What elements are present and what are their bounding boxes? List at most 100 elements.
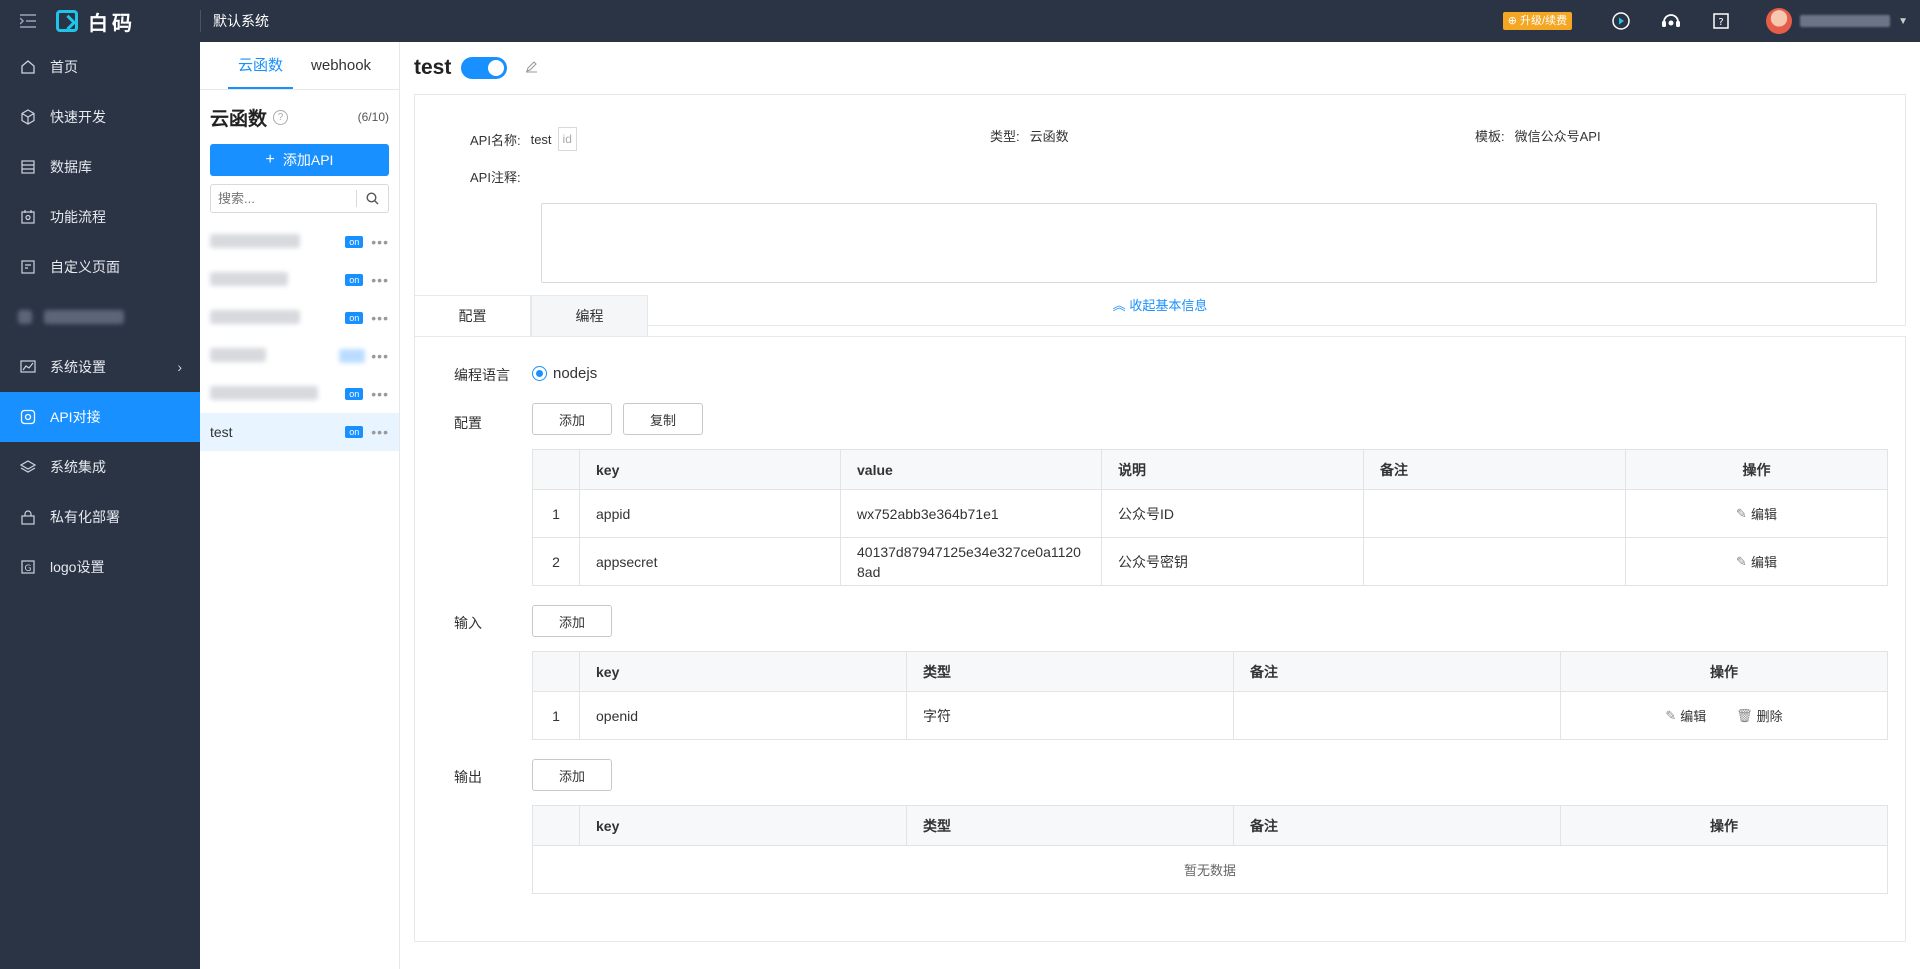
lang-radio-nodejs[interactable]: nodejs bbox=[532, 365, 597, 382]
row-note bbox=[1363, 489, 1626, 538]
sidebar-item-label: 快速开发 bbox=[50, 109, 106, 125]
brand-logo[interactable]: 白码 bbox=[56, 0, 200, 42]
sidebar-item-api[interactable]: API对接 bbox=[0, 392, 200, 442]
output-add-button[interactable]: 添加 bbox=[532, 759, 612, 791]
more-icon[interactable]: ••• bbox=[371, 424, 389, 440]
play-icon[interactable] bbox=[1611, 11, 1631, 31]
api-item-name-blurred bbox=[210, 347, 266, 362]
note-row: API注释: bbox=[470, 167, 531, 186]
col-key: key bbox=[579, 651, 907, 692]
empty-state: 暂无数据 bbox=[532, 845, 1888, 894]
help-circle-icon[interactable]: ? bbox=[273, 109, 289, 125]
row-note bbox=[1233, 691, 1561, 740]
system-name[interactable]: 默认系统 bbox=[200, 10, 269, 32]
lang-value: nodejs bbox=[553, 365, 598, 382]
input-add-button[interactable]: 添加 bbox=[532, 605, 612, 637]
edit-button[interactable]: ✎ 编辑 bbox=[1665, 706, 1706, 725]
config-table: key value 说明 备注 操作 1 appid wx752abb3e364… bbox=[532, 449, 1888, 586]
api-item-name-blurred bbox=[210, 233, 300, 248]
sidebar-item-private-deploy[interactable]: 私有化部署 bbox=[0, 492, 200, 542]
support-icon[interactable] bbox=[1661, 11, 1681, 31]
delete-button[interactable]: 🗑 删除 bbox=[1736, 706, 1783, 725]
upgrade-label: 升级/续费 bbox=[1520, 15, 1568, 27]
list-item[interactable]: on ••• bbox=[200, 375, 399, 413]
tab-programming[interactable]: 编程 bbox=[531, 295, 648, 337]
edit-label: 编辑 bbox=[1750, 555, 1777, 570]
status-badge: on bbox=[345, 274, 364, 286]
list-item[interactable]: on ••• bbox=[200, 261, 399, 299]
upgrade-button[interactable]: ⊕ 升级/续费 bbox=[1502, 12, 1573, 30]
col-key: key bbox=[579, 805, 907, 846]
sidebar-item-quick-dev[interactable]: 快速开发 bbox=[0, 92, 200, 142]
note-textarea[interactable] bbox=[541, 203, 1877, 283]
search-icon[interactable] bbox=[356, 190, 388, 207]
row-index: 2 bbox=[532, 537, 580, 586]
more-icon[interactable]: ••• bbox=[371, 310, 389, 326]
search-input[interactable] bbox=[211, 191, 356, 206]
row-actions: ✎ 编辑 bbox=[1625, 489, 1888, 538]
add-api-button[interactable]: + 添加API bbox=[210, 144, 389, 176]
api-list: on ••• on ••• on ••• ••• on ••• test on … bbox=[200, 223, 399, 451]
col-type: 类型 bbox=[906, 805, 1234, 846]
sidebar-item-custom-page[interactable]: 自定义页面 bbox=[0, 242, 200, 292]
template-label: 模板: bbox=[1475, 129, 1505, 144]
api-item-name-blurred bbox=[210, 271, 288, 286]
col-action: 操作 bbox=[1625, 449, 1888, 490]
menu-toggle-icon[interactable] bbox=[0, 0, 56, 42]
list-item[interactable]: on ••• bbox=[200, 299, 399, 337]
enable-toggle[interactable] bbox=[461, 57, 508, 79]
api-name-value[interactable]: test bbox=[531, 132, 552, 147]
api-icon bbox=[18, 407, 38, 427]
tab-config[interactable]: 配置 bbox=[414, 295, 531, 337]
help-icon[interactable]: ? bbox=[1711, 11, 1731, 31]
more-icon[interactable]: ••• bbox=[371, 272, 389, 288]
database-icon bbox=[18, 157, 38, 177]
sidebar-item-blurred[interactable] bbox=[0, 292, 200, 342]
brand-name: 白码 bbox=[88, 12, 136, 35]
sidebar-item-database[interactable]: 数据库 bbox=[0, 142, 200, 192]
sidebar-item-flow[interactable]: 功能流程 bbox=[0, 192, 200, 242]
edit-icon[interactable] bbox=[525, 60, 538, 76]
more-icon[interactable]: ••• bbox=[371, 386, 389, 402]
id-tag[interactable]: id bbox=[557, 127, 577, 151]
svg-text:G: G bbox=[25, 564, 32, 574]
sidebar-item-home[interactable]: 首页 bbox=[0, 42, 200, 92]
sidebar-item-logo[interactable]: G logo设置 bbox=[0, 542, 200, 592]
chevron-down-icon[interactable]: ▼ bbox=[1898, 16, 1908, 27]
more-icon[interactable]: ••• bbox=[371, 234, 389, 250]
api-count: (6/10) bbox=[357, 110, 389, 124]
avatar[interactable] bbox=[1766, 8, 1793, 34]
edit-button[interactable]: ✎ 编辑 bbox=[1736, 504, 1777, 523]
tab-cloud-function[interactable]: 云函数 bbox=[228, 42, 294, 89]
list-item-active[interactable]: test on ••• bbox=[200, 413, 399, 451]
col-index bbox=[532, 651, 580, 692]
tab-webhook[interactable]: webhook bbox=[301, 42, 381, 89]
config-add-button[interactable]: 添加 bbox=[532, 403, 612, 435]
home-icon bbox=[18, 57, 38, 77]
col-value: value bbox=[840, 449, 1102, 490]
row-type: 字符 bbox=[906, 691, 1234, 740]
sidebar-item-label-blurred bbox=[44, 310, 124, 324]
more-icon[interactable]: ••• bbox=[371, 348, 389, 364]
sidebar-item-integration[interactable]: 系统集成 bbox=[0, 442, 200, 492]
type-row: 类型: 云函数 bbox=[990, 126, 1069, 145]
api-name-label: API名称: bbox=[470, 132, 521, 148]
layers-icon bbox=[18, 457, 38, 477]
row-desc: 公众号ID bbox=[1101, 489, 1364, 538]
list-header: 云函数 ? (6/10) bbox=[200, 90, 399, 144]
list-item[interactable]: ••• bbox=[200, 337, 399, 375]
col-note: 备注 bbox=[1233, 805, 1561, 846]
config-copy-button[interactable]: 复制 bbox=[623, 403, 703, 435]
basic-info-panel: API名称: test id 类型: 云函数 模板: 微信公众号API API注… bbox=[414, 94, 1906, 326]
sidebar-item-system-settings[interactable]: 系统设置 › bbox=[0, 342, 200, 392]
row-desc: 公众号密钥 bbox=[1101, 537, 1364, 586]
logo-icon: G bbox=[18, 557, 38, 577]
username-blurred[interactable] bbox=[1800, 15, 1891, 27]
sidebar-item-label: 私有化部署 bbox=[50, 509, 120, 525]
config-section-label: 配置 bbox=[454, 415, 482, 431]
edit-icon: ✎ bbox=[1665, 707, 1677, 723]
list-item[interactable]: on ••• bbox=[200, 223, 399, 261]
config-tabs: 配置 编程 bbox=[414, 295, 648, 337]
status-badge: on bbox=[345, 236, 364, 248]
edit-button[interactable]: ✎ 编辑 bbox=[1736, 552, 1777, 571]
